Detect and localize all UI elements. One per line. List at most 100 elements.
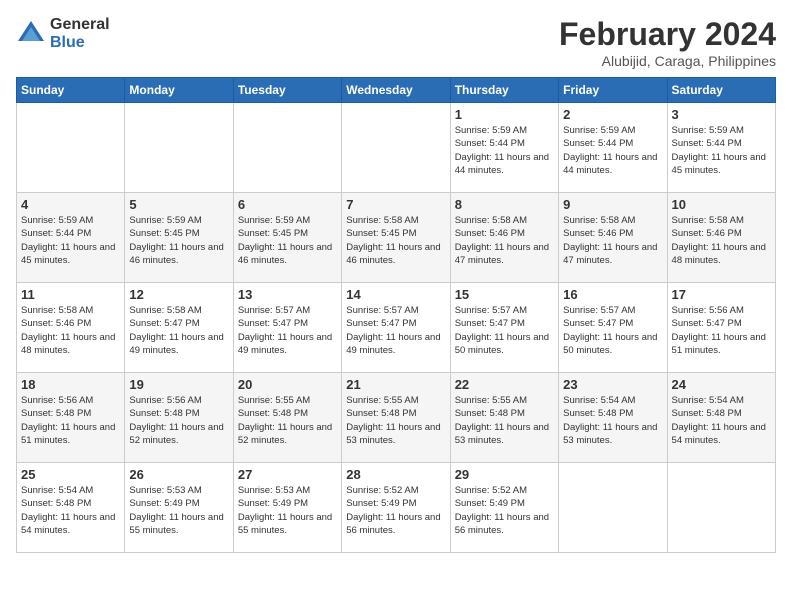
day-number: 11 [21,287,120,302]
day-number: 15 [455,287,554,302]
day-info: Sunrise: 5:59 AM Sunset: 5:44 PM Dayligh… [672,124,771,177]
day-info: Sunrise: 5:55 AM Sunset: 5:48 PM Dayligh… [455,394,554,447]
day-info: Sunrise: 5:58 AM Sunset: 5:45 PM Dayligh… [346,214,445,267]
day-number: 21 [346,377,445,392]
header-thursday: Thursday [450,78,558,103]
day-info: Sunrise: 5:58 AM Sunset: 5:46 PM Dayligh… [672,214,771,267]
calendar-cell: 18Sunrise: 5:56 AM Sunset: 5:48 PM Dayli… [17,373,125,463]
calendar-cell: 12Sunrise: 5:58 AM Sunset: 5:47 PM Dayli… [125,283,233,373]
day-number: 13 [238,287,337,302]
calendar-cell: 27 Sunrise: 5:53 AM Sunset: 5:49 PM Dayli… [233,463,341,553]
calendar-cell: 11 Sunrise: 5:58 AM Sunset: 5:46 PM Dayli… [17,283,125,373]
logo-text: General Blue [50,16,110,51]
day-info: Sunrise: 5:59 AM Sunset: 5:45 PM Dayligh… [238,214,337,267]
calendar-body: 1 Sunrise: 5:59 AM Sunset: 5:44 PM Daylig… [17,103,776,553]
calendar-cell: 22Sunrise: 5:55 AM Sunset: 5:48 PM Dayli… [450,373,558,463]
day-number: 14 [346,287,445,302]
day-number: 27 [238,467,337,482]
day-info: Sunrise: 5:59 AM Sunset: 5:45 PM Dayligh… [129,214,228,267]
header-sunday: Sunday [17,78,125,103]
header-row: Sunday Monday Tuesday Wednesday Thursday… [17,78,776,103]
calendar-cell: 17Sunrise: 5:56 AM Sunset: 5:47 PM Dayli… [667,283,775,373]
calendar-cell: 21 Sunrise: 5:55 AM Sunset: 5:48 PM Dayli… [342,373,450,463]
day-info: Sunrise: 5:53 AM Sunset: 5:49 PM Dayligh… [129,484,228,537]
day-number: 10 [672,197,771,212]
day-number: 8 [455,197,554,212]
calendar-cell [342,103,450,193]
day-info: Sunrise: 5:56 AM Sunset: 5:48 PM Dayligh… [21,394,120,447]
day-info: Sunrise: 5:59 AM Sunset: 5:44 PM Dayligh… [21,214,120,267]
calendar-cell: 2 Sunrise: 5:59 AM Sunset: 5:44 PM Daylig… [559,103,667,193]
calendar-title: February 2024 [559,16,776,53]
header-monday: Monday [125,78,233,103]
page-header: General Blue February 2024 Alubijid, Car… [16,16,776,69]
day-info: Sunrise: 5:52 AM Sunset: 5:49 PM Dayligh… [346,484,445,537]
calendar-cell: 16 Sunrise: 5:57 AM Sunset: 5:47 PM Dayli… [559,283,667,373]
calendar-cell: 26 Sunrise: 5:53 AM Sunset: 5:49 PM Dayli… [125,463,233,553]
calendar-cell: 1 Sunrise: 5:59 AM Sunset: 5:44 PM Daylig… [450,103,558,193]
day-number: 1 [455,107,554,122]
calendar-cell: 5 Sunrise: 5:59 AM Sunset: 5:45 PM Daylig… [125,193,233,283]
day-info: Sunrise: 5:57 AM Sunset: 5:47 PM Dayligh… [563,304,662,357]
day-number: 20 [238,377,337,392]
calendar-cell: 29 Sunrise: 5:52 AM Sunset: 5:49 PM Dayli… [450,463,558,553]
logo-icon [16,19,46,49]
calendar-cell [559,463,667,553]
calendar-cell: 15Sunrise: 5:57 AM Sunset: 5:47 PM Dayli… [450,283,558,373]
calendar-cell: 3 Sunrise: 5:59 AM Sunset: 5:44 PM Daylig… [667,103,775,193]
calendar-cell: 6Sunrise: 5:59 AM Sunset: 5:45 PM Daylig… [233,193,341,283]
day-number: 19 [129,377,228,392]
calendar-cell: 19 Sunrise: 5:56 AM Sunset: 5:48 PM Dayli… [125,373,233,463]
title-block: February 2024 Alubijid, Caraga, Philippi… [559,16,776,69]
header-friday: Friday [559,78,667,103]
calendar-table: Sunday Monday Tuesday Wednesday Thursday… [16,77,776,553]
day-info: Sunrise: 5:58 AM Sunset: 5:46 PM Dayligh… [563,214,662,267]
day-number: 2 [563,107,662,122]
day-number: 24 [672,377,771,392]
day-info: Sunrise: 5:57 AM Sunset: 5:47 PM Dayligh… [238,304,337,357]
calendar-week-4: 18Sunrise: 5:56 AM Sunset: 5:48 PM Dayli… [17,373,776,463]
day-info: Sunrise: 5:58 AM Sunset: 5:46 PM Dayligh… [21,304,120,357]
day-number: 26 [129,467,228,482]
logo-blue: Blue [50,34,110,52]
calendar-week-1: 1 Sunrise: 5:59 AM Sunset: 5:44 PM Daylig… [17,103,776,193]
calendar-cell: 23 Sunrise: 5:54 AM Sunset: 5:48 PM Dayli… [559,373,667,463]
header-tuesday: Tuesday [233,78,341,103]
calendar-week-2: 4 Sunrise: 5:59 AM Sunset: 5:44 PM Daylig… [17,193,776,283]
day-info: Sunrise: 5:55 AM Sunset: 5:48 PM Dayligh… [346,394,445,447]
day-info: Sunrise: 5:59 AM Sunset: 5:44 PM Dayligh… [455,124,554,177]
logo-general: General [50,16,110,34]
calendar-week-3: 11 Sunrise: 5:58 AM Sunset: 5:46 PM Dayli… [17,283,776,373]
day-info: Sunrise: 5:56 AM Sunset: 5:47 PM Dayligh… [672,304,771,357]
day-info: Sunrise: 5:52 AM Sunset: 5:49 PM Dayligh… [455,484,554,537]
calendar-cell [125,103,233,193]
day-number: 4 [21,197,120,212]
calendar-cell: 10 Sunrise: 5:58 AM Sunset: 5:46 PM Dayli… [667,193,775,283]
day-number: 7 [346,197,445,212]
calendar-cell: 9 Sunrise: 5:58 AM Sunset: 5:46 PM Daylig… [559,193,667,283]
logo: General Blue [16,16,110,51]
day-number: 23 [563,377,662,392]
day-number: 16 [563,287,662,302]
day-info: Sunrise: 5:55 AM Sunset: 5:48 PM Dayligh… [238,394,337,447]
calendar-header: Sunday Monday Tuesday Wednesday Thursday… [17,78,776,103]
calendar-cell [667,463,775,553]
header-saturday: Saturday [667,78,775,103]
day-info: Sunrise: 5:59 AM Sunset: 5:44 PM Dayligh… [563,124,662,177]
day-info: Sunrise: 5:56 AM Sunset: 5:48 PM Dayligh… [129,394,228,447]
day-info: Sunrise: 5:54 AM Sunset: 5:48 PM Dayligh… [563,394,662,447]
day-number: 5 [129,197,228,212]
day-info: Sunrise: 5:53 AM Sunset: 5:49 PM Dayligh… [238,484,337,537]
day-info: Sunrise: 5:58 AM Sunset: 5:46 PM Dayligh… [455,214,554,267]
calendar-cell: 7 Sunrise: 5:58 AM Sunset: 5:45 PM Daylig… [342,193,450,283]
day-number: 3 [672,107,771,122]
calendar-subtitle: Alubijid, Caraga, Philippines [559,53,776,69]
calendar-cell: 28Sunrise: 5:52 AM Sunset: 5:49 PM Dayli… [342,463,450,553]
calendar-cell: 4 Sunrise: 5:59 AM Sunset: 5:44 PM Daylig… [17,193,125,283]
day-number: 9 [563,197,662,212]
day-info: Sunrise: 5:54 AM Sunset: 5:48 PM Dayligh… [21,484,120,537]
calendar-cell: 25Sunrise: 5:54 AM Sunset: 5:48 PM Dayli… [17,463,125,553]
day-number: 29 [455,467,554,482]
day-info: Sunrise: 5:58 AM Sunset: 5:47 PM Dayligh… [129,304,228,357]
header-wednesday: Wednesday [342,78,450,103]
